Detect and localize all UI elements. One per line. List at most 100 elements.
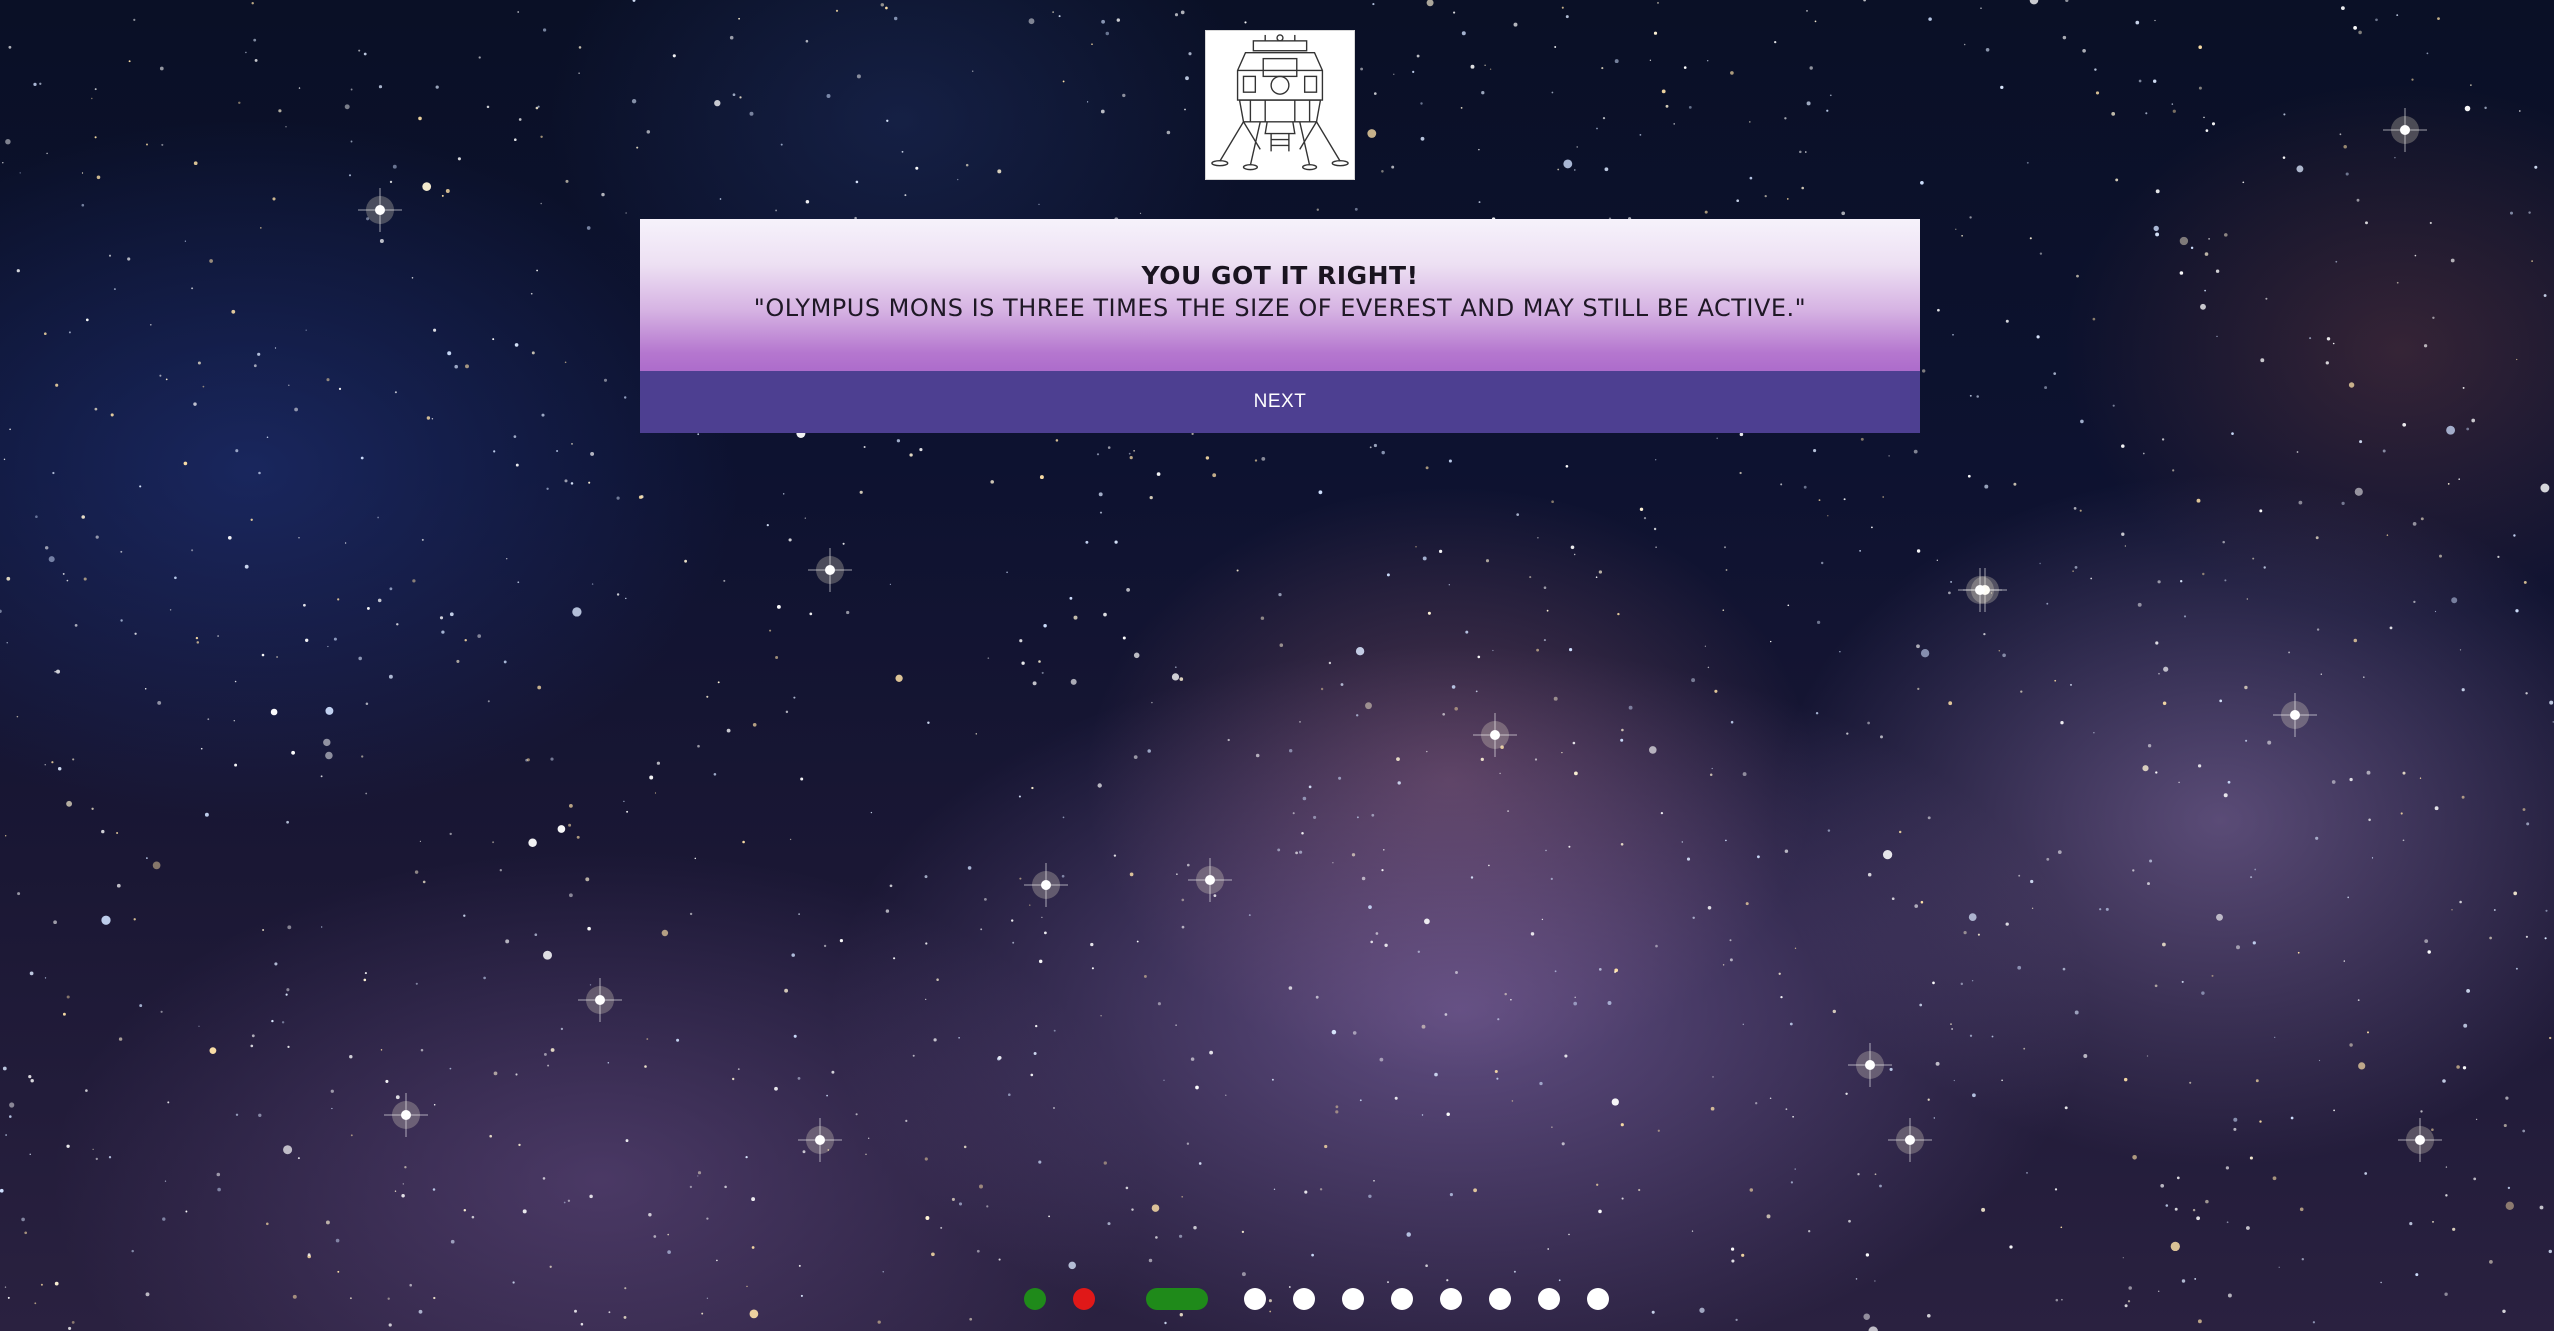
star [1846, 732, 1849, 735]
star [422, 182, 432, 191]
star [161, 143, 164, 146]
star [1712, 1076, 1714, 1078]
star [235, 449, 239, 453]
star [742, 840, 745, 844]
star [287, 925, 292, 930]
star [1596, 127, 1598, 130]
star [868, 1137, 870, 1139]
star [131, 1249, 134, 1253]
star [542, 1177, 546, 1180]
star [2531, 260, 2533, 262]
star [1417, 950, 1421, 953]
star [120, 550, 123, 553]
star [6, 576, 11, 581]
star [2363, 676, 2365, 678]
star [855, 180, 859, 184]
star [435, 85, 439, 89]
star [2026, 1172, 2028, 1174]
star [1507, 810, 1510, 813]
star [1277, 848, 1281, 852]
star [697, 1175, 699, 1177]
star [1475, 690, 1478, 693]
star [2172, 109, 2176, 113]
star [5, 138, 11, 145]
star [2, 161, 4, 164]
star [478, 56, 481, 59]
star [1062, 816, 1065, 819]
star [1038, 1160, 1042, 1164]
star [1706, 59, 1709, 62]
star [1621, 1197, 1624, 1200]
star [1813, 449, 1817, 453]
star [2297, 951, 2300, 954]
star [95, 1157, 98, 1161]
star [1563, 159, 1573, 169]
star [471, 1215, 475, 1219]
star [2001, 1079, 2003, 1082]
star [2427, 950, 2431, 954]
star [2516, 358, 2518, 361]
star [1504, 992, 1507, 996]
star [601, 192, 605, 197]
star [1205, 456, 1210, 460]
star [2198, 45, 2202, 49]
star [590, 451, 595, 456]
star [793, 1034, 797, 1038]
star [1551, 1126, 1553, 1128]
star [564, 479, 568, 483]
star [389, 180, 393, 184]
star [456, 659, 460, 663]
star [2046, 857, 2050, 861]
star [29, 971, 34, 976]
star [1780, 483, 1783, 486]
star [1598, 1209, 1602, 1214]
star [2076, 274, 2079, 278]
next-button[interactable]: NEXT [640, 371, 1920, 433]
star [1477, 655, 1481, 659]
star [335, 1238, 340, 1243]
star [1420, 136, 1425, 141]
star [2009, 1245, 2013, 1249]
star [1033, 1052, 1037, 1055]
star [1449, 1193, 1453, 1197]
star [2396, 14, 2399, 17]
star [35, 515, 38, 518]
star [2055, 1298, 2059, 1302]
star [1225, 1094, 1227, 1096]
star [40, 1283, 43, 1286]
star [895, 674, 903, 682]
star [2331, 780, 2336, 784]
star [697, 1171, 702, 1175]
star [33, 82, 37, 87]
star [804, 517, 806, 519]
star [571, 443, 573, 445]
star [717, 681, 720, 684]
star [1038, 203, 1040, 206]
star [2523, 580, 2527, 584]
star [101, 829, 105, 834]
star [1774, 40, 1777, 44]
star [591, 583, 594, 585]
star [68, 331, 71, 334]
star [1379, 1057, 1384, 1062]
star [365, 702, 369, 705]
star [2054, 1188, 2058, 1191]
star [1316, 208, 1319, 211]
star [1534, 758, 1538, 761]
star [1985, 47, 1990, 52]
star [1186, 863, 1190, 867]
star [1481, 91, 1485, 95]
star [5, 835, 7, 837]
star [996, 1057, 1001, 1061]
star [2503, 1123, 2507, 1128]
star [2002, 653, 2006, 658]
star [1510, 998, 1512, 1001]
star [9, 1102, 15, 1108]
star [1963, 43, 1966, 46]
star [2354, 487, 2363, 496]
star [1764, 194, 1767, 198]
star [2178, 781, 2180, 784]
star [94, 136, 97, 139]
star [1461, 31, 1466, 36]
star [433, 1103, 436, 1106]
